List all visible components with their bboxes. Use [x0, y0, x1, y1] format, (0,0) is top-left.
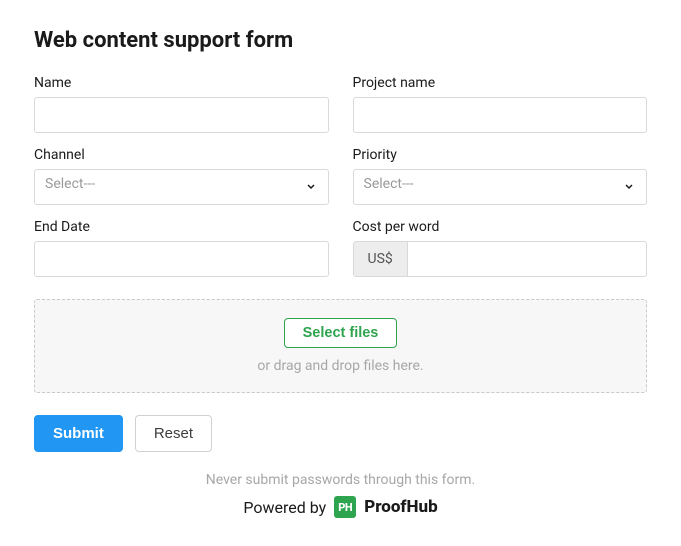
- file-dropzone[interactable]: Select files or drag and drop files here…: [34, 299, 647, 393]
- cost-input-group: US$: [353, 241, 648, 277]
- proofhub-name: ProofHub: [364, 497, 437, 517]
- footer-note: Never submit passwords through this form…: [34, 472, 647, 488]
- end-date-input[interactable]: [34, 241, 329, 277]
- end-date-field: End Date: [34, 219, 329, 277]
- end-date-label: End Date: [34, 219, 329, 235]
- proofhub-logo-icon: PH: [334, 496, 356, 518]
- cost-input[interactable]: [408, 242, 646, 276]
- cost-label: Cost per word: [353, 219, 648, 235]
- reset-button[interactable]: Reset: [135, 415, 212, 452]
- priority-field: Priority Select---: [353, 147, 648, 205]
- dropzone-hint: or drag and drop files here.: [257, 358, 423, 374]
- form-actions: Submit Reset: [34, 415, 647, 452]
- select-files-button[interactable]: Select files: [284, 318, 398, 348]
- currency-addon: US$: [354, 242, 408, 276]
- channel-select-wrap[interactable]: Select---: [34, 169, 329, 205]
- channel-select[interactable]: Select---: [34, 169, 329, 205]
- name-label: Name: [34, 75, 329, 91]
- cost-field: Cost per word US$: [353, 219, 648, 277]
- priority-label: Priority: [353, 147, 648, 163]
- channel-label: Channel: [34, 147, 329, 163]
- powered-label: Powered by: [243, 498, 326, 517]
- channel-field: Channel Select---: [34, 147, 329, 205]
- powered-by: Powered by PH ProofHub: [34, 496, 647, 518]
- project-field: Project name: [353, 75, 648, 133]
- submit-button[interactable]: Submit: [34, 415, 123, 452]
- priority-select-wrap[interactable]: Select---: [353, 169, 648, 205]
- form-title: Web content support form: [34, 28, 647, 53]
- form-grid: Name Project name Channel Select--- Prio…: [34, 75, 647, 277]
- name-field: Name: [34, 75, 329, 133]
- priority-select[interactable]: Select---: [353, 169, 648, 205]
- name-input[interactable]: [34, 97, 329, 133]
- project-input[interactable]: [353, 97, 648, 133]
- form-footer: Never submit passwords through this form…: [34, 472, 647, 518]
- project-label: Project name: [353, 75, 648, 91]
